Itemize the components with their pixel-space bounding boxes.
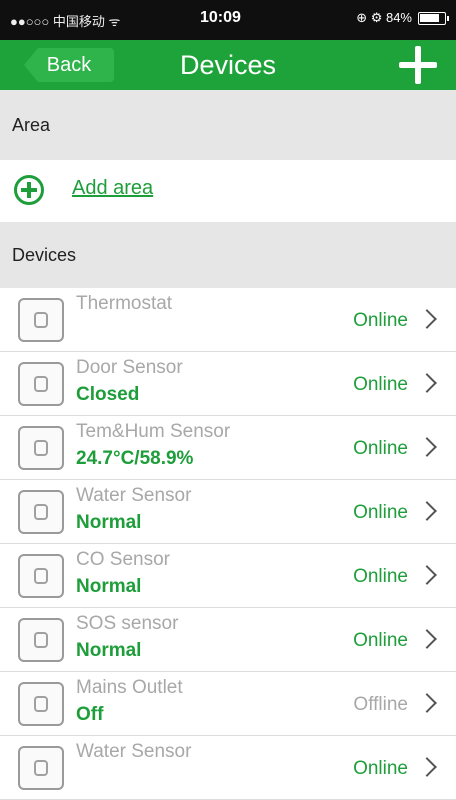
- device-name: Thermostat: [76, 293, 173, 314]
- area-section-header: Area: [0, 90, 456, 160]
- add-area-row[interactable]: Add area: [0, 160, 456, 222]
- sos-sensor-icon: [18, 618, 64, 662]
- device-row[interactable]: Water Sensor Normal Online: [0, 480, 456, 544]
- device-list: Thermostat Online Door Sensor Closed Onl…: [0, 288, 456, 800]
- battery-percentage: ⊕ ⚙ 84%: [356, 10, 412, 25]
- device-status: Online: [353, 310, 408, 331]
- device-status: Online: [353, 374, 408, 395]
- device-name: Tem&Hum Sensor: [76, 421, 231, 442]
- chevron-right-icon[interactable]: [417, 309, 437, 329]
- device-status: Online: [353, 502, 408, 523]
- co-sensor-icon: [18, 554, 64, 598]
- device-state: Normal: [76, 640, 142, 661]
- thermostat-icon: [18, 298, 64, 342]
- device-status: Online: [353, 758, 408, 779]
- status-bar: ●●○○○ 中国移动 ᯤ 10:09 ⊕ ⚙ 84%: [0, 0, 456, 40]
- chevron-right-icon[interactable]: [417, 757, 437, 777]
- device-state: Off: [76, 704, 104, 725]
- add-circle-icon[interactable]: [14, 175, 44, 205]
- device-status: Offline: [353, 694, 408, 715]
- chevron-right-icon[interactable]: [417, 693, 437, 713]
- device-name: Door Sensor: [76, 357, 183, 378]
- device-row[interactable]: Water Sensor Online: [0, 736, 456, 800]
- status-right: ⊕ ⚙ 84%: [356, 10, 449, 26]
- device-row[interactable]: SOS sensor Normal Online: [0, 608, 456, 672]
- device-name: CO Sensor: [76, 549, 170, 570]
- nav-bar: Back Devices: [0, 40, 456, 90]
- battery-icon: [418, 11, 449, 25]
- devices-section-header: Devices: [0, 222, 456, 288]
- device-row[interactable]: Mains Outlet Off Offline: [0, 672, 456, 736]
- device-row[interactable]: Thermostat Online: [0, 288, 456, 352]
- water-sensor-icon: [18, 746, 64, 790]
- door-sensor-icon: [18, 362, 64, 406]
- water-sensor-icon: [18, 490, 64, 534]
- device-name: Water Sensor: [76, 485, 192, 506]
- chevron-right-icon[interactable]: [417, 565, 437, 585]
- device-row[interactable]: Tem&Hum Sensor 24.7°C/58.9% Online: [0, 416, 456, 480]
- device-status: Online: [353, 630, 408, 651]
- chevron-right-icon[interactable]: [417, 501, 437, 521]
- device-name: Water Sensor: [76, 741, 192, 762]
- temhum-sensor-icon: [18, 426, 64, 470]
- device-row[interactable]: CO Sensor Normal Online: [0, 544, 456, 608]
- device-state: Normal: [76, 512, 142, 533]
- device-name: SOS sensor: [76, 613, 179, 634]
- add-device-icon[interactable]: [396, 44, 438, 86]
- add-area-link[interactable]: Add area: [72, 177, 153, 200]
- device-state: Closed: [76, 384, 140, 405]
- status-time: 10:09: [200, 9, 241, 26]
- device-state: Normal: [76, 576, 142, 597]
- device-state: 24.7°C/58.9%: [76, 448, 194, 469]
- carrier-signal: ●●○○○ 中国移动 ᯤ: [10, 14, 121, 29]
- device-status: Online: [353, 566, 408, 587]
- device-status: Online: [353, 438, 408, 459]
- chevron-right-icon[interactable]: [417, 629, 437, 649]
- device-row[interactable]: Door Sensor Closed Online: [0, 352, 456, 416]
- chevron-right-icon[interactable]: [417, 437, 437, 457]
- page-title: Devices: [179, 50, 277, 80]
- mains-outlet-icon: [18, 682, 64, 726]
- chevron-right-icon[interactable]: [417, 373, 437, 393]
- device-name: Mains Outlet: [76, 677, 183, 698]
